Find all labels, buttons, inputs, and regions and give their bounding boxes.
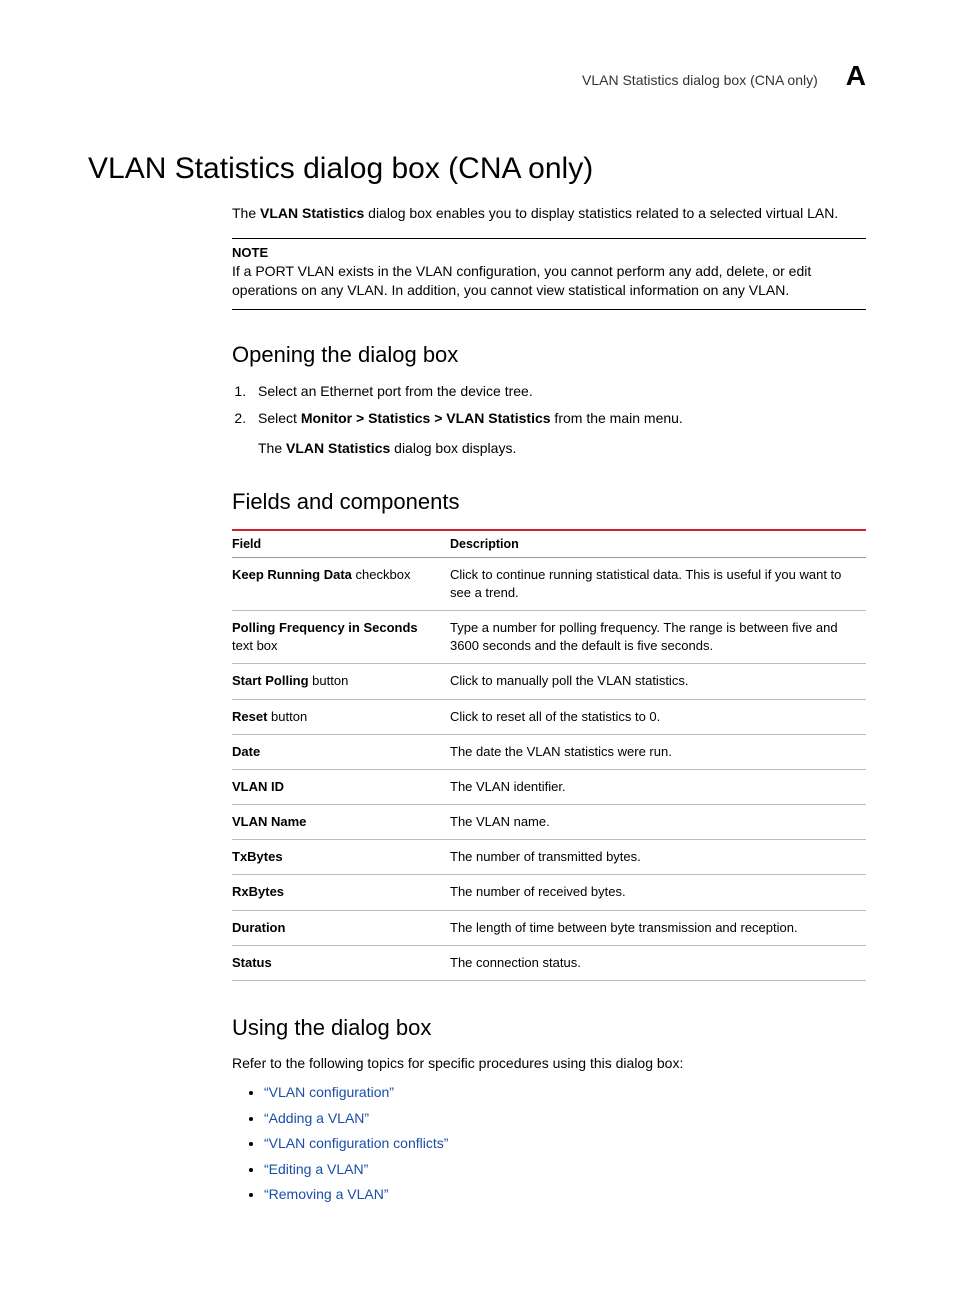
step-2: Select Monitor > Statistics > VLAN Stati… (250, 409, 866, 458)
topic-link[interactable]: “VLAN configuration conflicts” (264, 1135, 448, 1151)
opening-heading: Opening the dialog box (232, 342, 866, 368)
field-name-cell: TxBytes (232, 840, 450, 875)
list-item: “VLAN configuration” (264, 1083, 866, 1103)
table-row: Duration The length of time between byte … (232, 910, 866, 945)
field-name-bold: Status (232, 955, 272, 970)
field-name-cell: VLAN Name (232, 805, 450, 840)
intro-bold: VLAN Statistics (260, 205, 364, 221)
step-2-bold: Monitor > Statistics > VLAN Statistics (301, 410, 551, 426)
table-row: VLAN ID The VLAN identifier. (232, 769, 866, 804)
table-row: Keep Running Data checkboxClick to conti… (232, 557, 866, 610)
field-name-cell: Start Polling button (232, 664, 450, 699)
table-row: Status The connection status. (232, 945, 866, 980)
using-links-list: “VLAN configuration” “Adding a VLAN” “VLAN… (232, 1083, 866, 1205)
using-heading: Using the dialog box (232, 1015, 866, 1041)
field-name-plain: checkbox (352, 567, 411, 582)
table-row: Reset buttonClick to reset all of the st… (232, 699, 866, 734)
running-header: VLAN Statistics dialog box (CNA only) A (88, 60, 866, 92)
field-name-bold: Polling Frequency in Seconds (232, 620, 418, 635)
table-row: Polling Frequency in Seconds text boxTyp… (232, 610, 866, 663)
fields-table: Field Description Keep Running Data chec… (232, 529, 866, 981)
table-header-row: Field Description (232, 530, 866, 558)
note-block: NOTE If a PORT VLAN exists in the VLAN c… (232, 238, 866, 310)
running-title: VLAN Statistics dialog box (CNA only) (582, 72, 818, 88)
intro-prefix: The (232, 205, 260, 221)
field-name-cell: Duration (232, 910, 450, 945)
step-2-sub: The VLAN Statistics dialog box displays. (258, 439, 866, 459)
table-row: Start Polling buttonClick to manually po… (232, 664, 866, 699)
field-name-bold: VLAN ID (232, 779, 284, 794)
page: VLAN Statistics dialog box (CNA only) A … (0, 0, 954, 1291)
field-name-bold: TxBytes (232, 849, 283, 864)
fields-heading: Fields and components (232, 489, 866, 515)
field-desc-cell: Type a number for polling frequency. The… (450, 610, 866, 663)
field-name-bold: Reset (232, 709, 267, 724)
field-name-cell: Date (232, 734, 450, 769)
step-1-text: Select an Ethernet port from the device … (258, 383, 533, 399)
list-item: “Removing a VLAN” (264, 1185, 866, 1205)
topic-link[interactable]: “Removing a VLAN” (264, 1186, 389, 1202)
field-desc-cell: The date the VLAN statistics were run. (450, 734, 866, 769)
intro-paragraph: The VLAN Statistics dialog box enables y… (232, 204, 866, 224)
list-item: “Adding a VLAN” (264, 1109, 866, 1129)
field-name-cell: RxBytes (232, 875, 450, 910)
step-2-sub-prefix: The (258, 440, 286, 456)
appendix-letter: A (846, 60, 866, 92)
field-name-plain: button (309, 673, 349, 688)
table-row: TxBytes The number of transmitted bytes. (232, 840, 866, 875)
field-desc-cell: The number of transmitted bytes. (450, 840, 866, 875)
field-name-cell: Reset button (232, 699, 450, 734)
field-name-cell: VLAN ID (232, 769, 450, 804)
topic-link[interactable]: “Editing a VLAN” (264, 1161, 368, 1177)
opening-steps: Select an Ethernet port from the device … (232, 382, 866, 459)
list-item: “Editing a VLAN” (264, 1160, 866, 1180)
col-field: Field (232, 530, 450, 558)
note-label: NOTE (232, 245, 866, 260)
step-1: Select an Ethernet port from the device … (250, 382, 866, 402)
table-row: VLAN Name The VLAN name. (232, 805, 866, 840)
note-body: If a PORT VLAN exists in the VLAN config… (232, 262, 866, 301)
field-name-cell: Keep Running Data checkbox (232, 557, 450, 610)
body-content: The VLAN Statistics dialog box enables y… (232, 204, 866, 1205)
field-desc-cell: The VLAN identifier. (450, 769, 866, 804)
field-name-plain: button (267, 709, 307, 724)
table-row: RxBytes The number of received bytes. (232, 875, 866, 910)
col-description: Description (450, 530, 866, 558)
using-intro: Refer to the following topics for specif… (232, 1055, 866, 1071)
field-desc-cell: The connection status. (450, 945, 866, 980)
field-name-plain: text box (232, 638, 278, 653)
step-2-prefix: Select (258, 410, 301, 426)
field-desc-cell: Click to reset all of the statistics to … (450, 699, 866, 734)
field-name-bold: RxBytes (232, 884, 284, 899)
field-desc-cell: The VLAN name. (450, 805, 866, 840)
list-item: “VLAN configuration conflicts” (264, 1134, 866, 1154)
field-name-bold: VLAN Name (232, 814, 306, 829)
field-name-bold: Keep Running Data (232, 567, 352, 582)
step-2-sub-bold: VLAN Statistics (286, 440, 390, 456)
topic-link[interactable]: “Adding a VLAN” (264, 1110, 369, 1126)
table-row: Date The date the VLAN statistics were ru… (232, 734, 866, 769)
field-name-bold: Date (232, 744, 260, 759)
field-desc-cell: The number of received bytes. (450, 875, 866, 910)
field-name-cell: Status (232, 945, 450, 980)
field-name-bold: Start Polling (232, 673, 309, 688)
field-desc-cell: Click to continue running statistical da… (450, 557, 866, 610)
topic-link[interactable]: “VLAN configuration” (264, 1084, 394, 1100)
field-name-bold: Duration (232, 920, 285, 935)
page-title: VLAN Statistics dialog box (CNA only) (88, 152, 866, 186)
field-desc-cell: Click to manually poll the VLAN statisti… (450, 664, 866, 699)
field-desc-cell: The length of time between byte transmis… (450, 910, 866, 945)
step-2-sub-suffix: dialog box displays. (390, 440, 516, 456)
intro-suffix: dialog box enables you to display statis… (364, 205, 838, 221)
step-2-suffix: from the main menu. (551, 410, 683, 426)
field-name-cell: Polling Frequency in Seconds text box (232, 610, 450, 663)
